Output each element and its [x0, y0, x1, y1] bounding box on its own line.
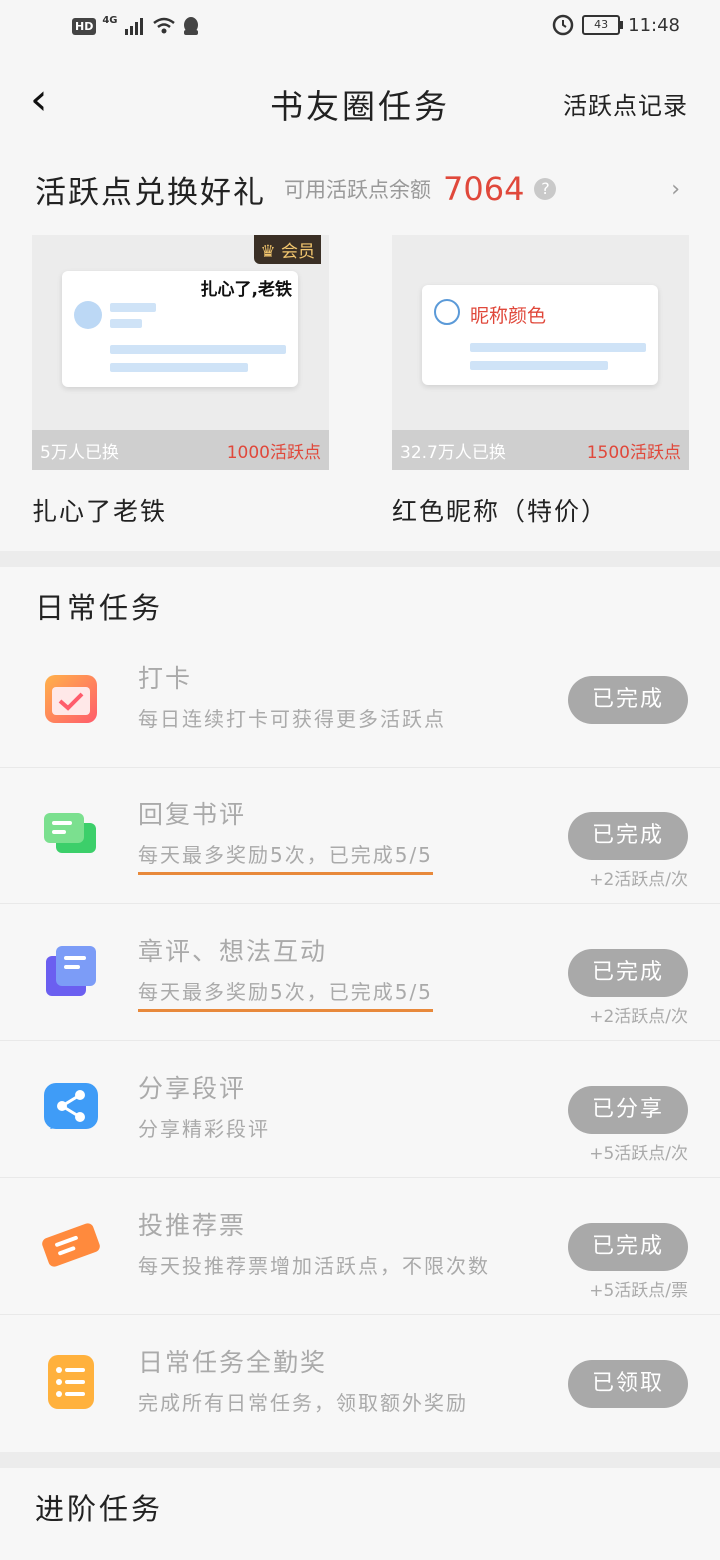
daily-tasks-section: 日常任务 打卡 每日连续打卡可获得更多活跃点 已完成 回复书评 每天最多奖励5次…	[0, 567, 720, 1452]
task-desc: 每天最多奖励5次，已完成5/5	[138, 839, 433, 875]
skeleton-line	[110, 303, 156, 312]
document-icon	[46, 946, 96, 996]
signal-icon	[124, 18, 143, 35]
exchanged-count: 5万人已换	[40, 442, 119, 463]
share-icon	[44, 1083, 98, 1129]
gift-card-zhaxin[interactable]: 扎心了,老铁 ♛ 会员 5万人已换 1000活跃点 扎心了老铁	[32, 235, 329, 528]
task-status-button[interactable]: 已完成	[568, 676, 688, 724]
network-type: 4G	[102, 14, 118, 26]
task-desc: 完成所有日常任务，领取额外奖励	[138, 1391, 468, 1415]
task-row-full-attendance: 日常任务全勤奖 完成所有日常任务，领取额外奖励 已领取	[0, 1315, 720, 1451]
skeleton-line	[470, 343, 646, 352]
task-name: 章评、想法互动	[138, 937, 328, 966]
battery-indicator: 43	[582, 15, 624, 35]
record-link[interactable]: 活跃点记录	[563, 86, 688, 121]
help-icon[interactable]: ?	[534, 178, 557, 200]
gift-card-red-nickname[interactable]: 昵称颜色 32.7万人已换 1500活跃点 红色昵称（特价）	[392, 235, 689, 528]
skeleton-line	[110, 345, 286, 354]
task-name: 回复书评	[138, 800, 247, 829]
calendar-icon	[45, 675, 97, 723]
balance-label: 可用活跃点余额	[284, 178, 431, 202]
preview-text: 扎心了,老铁	[200, 280, 292, 300]
skeleton-line	[110, 319, 142, 328]
gift-preview: 扎心了,老铁 ♛ 会员 5万人已换 1000活跃点	[32, 235, 329, 470]
avatar-placeholder	[74, 301, 102, 329]
task-status-button[interactable]: 已完成	[568, 949, 688, 997]
qq-icon	[183, 17, 198, 35]
section-title: 进阶任务	[35, 1492, 164, 1526]
status-bar: HD 4G 43 11:48	[0, 0, 720, 54]
exchange-title: 活跃点兑换好礼	[35, 174, 266, 211]
task-status-button[interactable]: 已完成	[568, 1223, 688, 1271]
task-row-reply-review: 回复书评 每天最多奖励5次，已完成5/5 已完成 +2活跃点/次	[0, 767, 720, 904]
gift-info-bar: 32.7万人已换 1500活跃点	[392, 430, 689, 470]
task-reward: +5活跃点/票	[589, 1281, 688, 1301]
task-row-chapter-comment: 章评、想法互动 每天最多奖励5次，已完成5/5 已完成 +2活跃点/次	[0, 904, 720, 1041]
vip-badge-label: 会员	[281, 242, 315, 262]
section-title: 日常任务	[35, 591, 164, 625]
task-reward: +5活跃点/次	[589, 1144, 688, 1164]
task-desc: 每天最多奖励5次，已完成5/5	[138, 976, 433, 1012]
preview-text: 昵称颜色	[470, 305, 547, 327]
task-desc: 每天投推荐票增加活跃点，不限次数	[138, 1254, 490, 1278]
gift-cost: 1500活跃点	[586, 442, 681, 463]
task-row-share: 分享段评 分享精彩段评 已分享 +5活跃点/次	[0, 1041, 720, 1178]
section-divider	[0, 1452, 720, 1468]
task-name: 分享段评	[138, 1074, 247, 1103]
chat-bubble-icon	[44, 813, 96, 853]
hd-indicator: HD	[72, 17, 97, 35]
task-desc: 分享精彩段评	[138, 1117, 270, 1141]
task-row-recommend-vote: 投推荐票 每天投推荐票增加活跃点，不限次数 已完成 +5活跃点/票	[0, 1178, 720, 1315]
task-desc: 每日连续打卡可获得更多活跃点	[138, 707, 446, 731]
gift-cost: 1000活跃点	[226, 442, 321, 463]
chevron-right-icon[interactable]: ›	[671, 177, 680, 202]
task-name: 投推荐票	[138, 1211, 247, 1240]
exchanged-count: 32.7万人已换	[400, 442, 506, 463]
alarm-icon	[552, 14, 574, 36]
task-status-button[interactable]: 已分享	[568, 1086, 688, 1134]
skeleton-line	[470, 361, 608, 370]
wifi-icon	[152, 17, 175, 34]
task-row-checkin: 打卡 每日连续打卡可获得更多活跃点 已完成	[0, 631, 720, 768]
exchange-section: 活跃点兑换好礼 可用活跃点余额 7064 ? › 扎心了,老铁 ♛ 会员 5万人…	[0, 165, 720, 550]
gift-preview-card: 昵称颜色	[422, 285, 658, 385]
vip-badge: ♛ 会员	[254, 235, 321, 264]
ticket-icon	[42, 1223, 100, 1267]
task-status-button[interactable]: 已完成	[568, 812, 688, 860]
user-icon	[434, 299, 460, 325]
clock: 11:48	[628, 14, 680, 36]
gift-name: 扎心了老铁	[32, 497, 168, 526]
task-reward: +2活跃点/次	[589, 870, 688, 890]
gift-preview-card: 扎心了,老铁	[62, 271, 298, 387]
task-name: 打卡	[138, 664, 193, 693]
task-name: 日常任务全勤奖	[138, 1348, 328, 1377]
gift-preview: 昵称颜色 32.7万人已换 1500活跃点	[392, 235, 689, 470]
nav-header: ‹ 书友圈任务 活跃点记录	[0, 70, 720, 134]
gift-name: 红色昵称（特价）	[392, 497, 609, 526]
checklist-icon	[48, 1355, 94, 1409]
task-status-button[interactable]: 已领取	[568, 1360, 688, 1408]
skeleton-line	[110, 363, 248, 372]
advanced-tasks-section: 进阶任务	[0, 1468, 720, 1560]
balance-value: 7064	[443, 170, 525, 208]
task-reward: +2活跃点/次	[589, 1007, 688, 1027]
exchange-header[interactable]: 活跃点兑换好礼 可用活跃点余额 7064 ? ›	[35, 165, 680, 213]
section-divider	[0, 551, 720, 567]
gift-info-bar: 5万人已换 1000活跃点	[32, 430, 329, 470]
